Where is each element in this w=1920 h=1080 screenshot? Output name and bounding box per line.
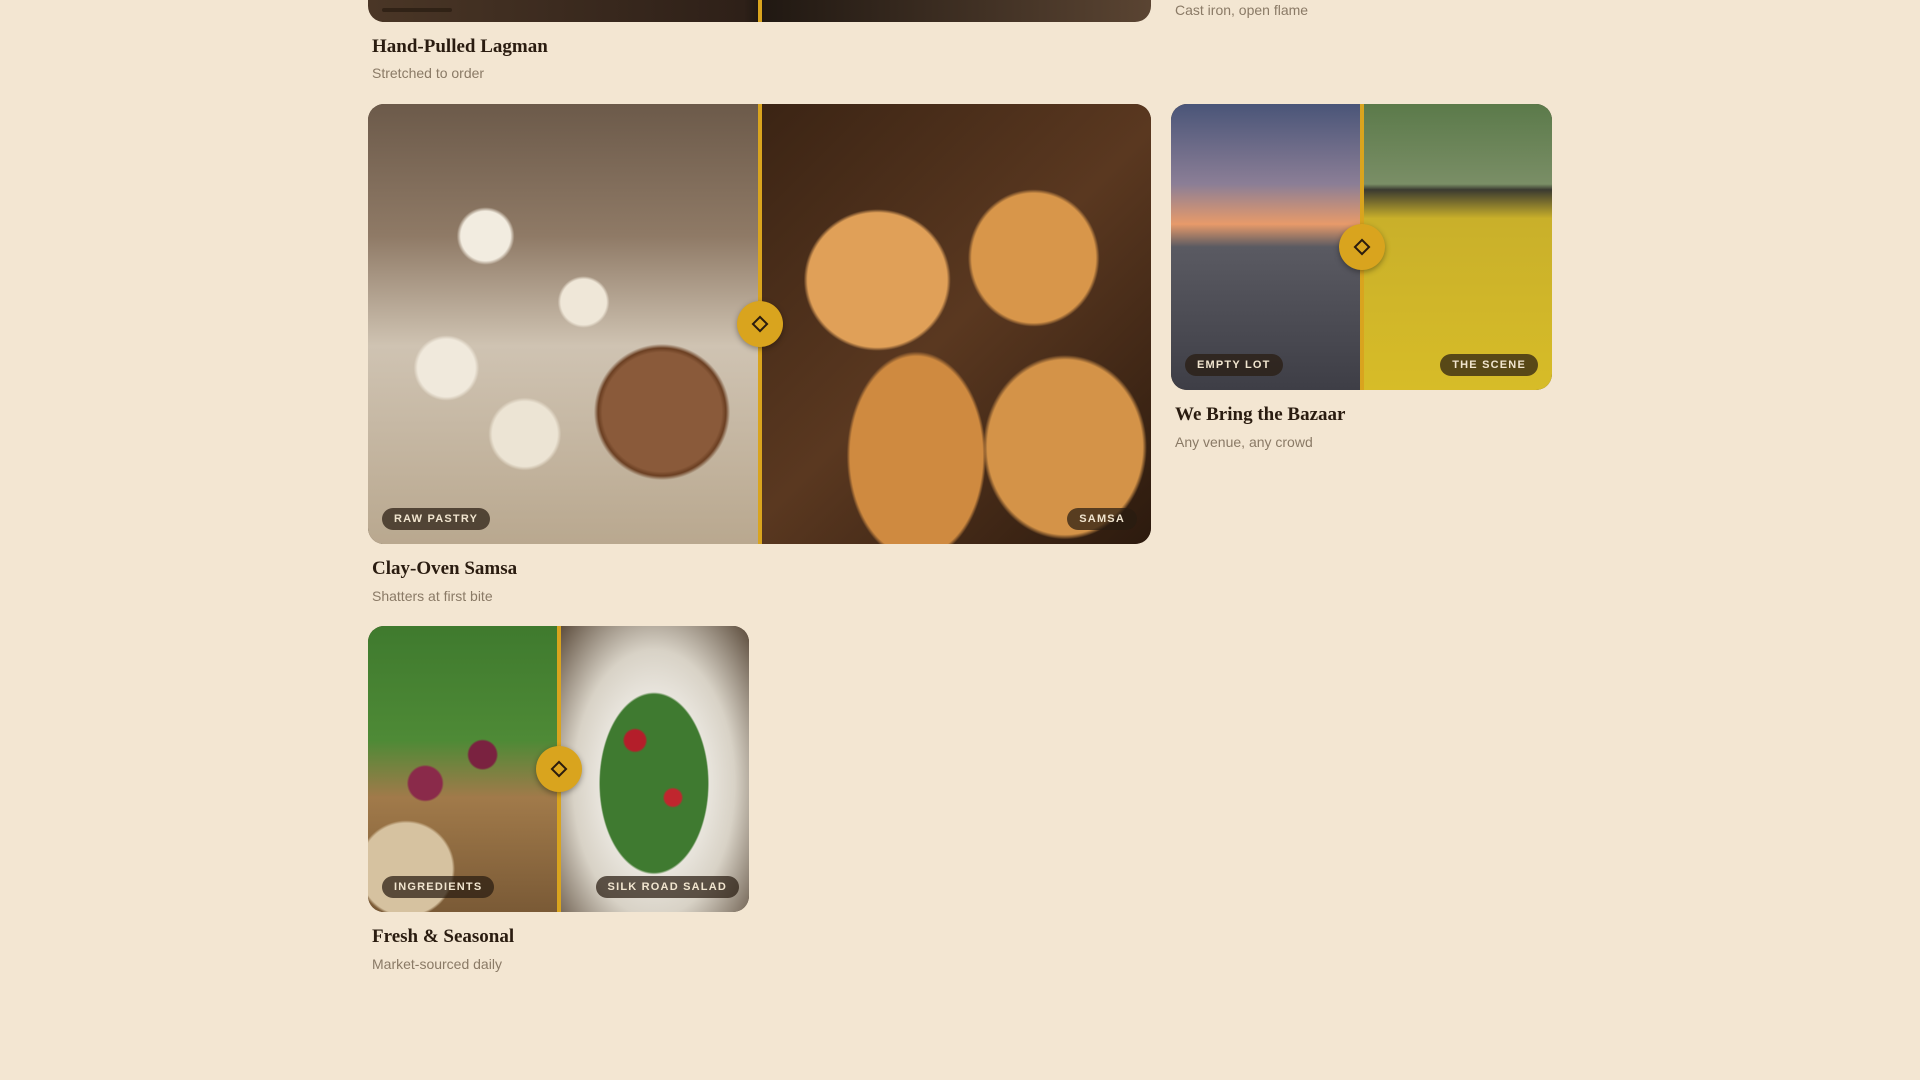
card-subtitle: Shatters at first bite <box>372 588 493 604</box>
diamond-icon <box>550 760 567 778</box>
image-tag-left: RAW PASTRY <box>382 508 491 530</box>
compare-slider[interactable] <box>368 0 1151 22</box>
card-cast-iron: Cast iron, open flame <box>1171 0 1552 20</box>
slider-handle[interactable] <box>535 746 582 792</box>
image-tag-left: INGREDIENTS <box>382 876 495 898</box>
card-hand-pulled-lagman: Hand-Pulled Lagman Stretched to order <box>368 0 1151 90</box>
compare-slider[interactable]: RAW PASTRY SAMSA <box>368 104 1151 544</box>
card-title: Clay-Oven Samsa <box>372 558 518 579</box>
card-subtitle: Cast iron, open flame <box>1175 2 1309 18</box>
compare-slider[interactable]: EMPTY LOT THE SCENE <box>1171 104 1552 390</box>
card-subtitle: Market-sourced daily <box>372 956 502 972</box>
food-truck-scene-image <box>1361 104 1552 390</box>
diamond-icon <box>1353 238 1370 256</box>
slider-handle[interactable] <box>736 301 783 347</box>
card-subtitle: Any venue, any crowd <box>1175 434 1313 450</box>
compare-slider[interactable]: INGREDIENTS SILK ROAD SALAD <box>368 626 749 912</box>
card-clay-oven-samsa: RAW PASTRY SAMSA Clay-Oven Samsa Shatter… <box>368 104 1151 614</box>
card-title: We Bring the Bazaar <box>1175 404 1346 425</box>
slider-divider[interactable] <box>757 0 762 22</box>
image-tag-left <box>382 8 452 12</box>
slider-handle[interactable] <box>1338 224 1385 270</box>
image-tag-right: THE SCENE <box>1440 354 1538 376</box>
image-tag-right: SILK ROAD SALAD <box>595 876 739 898</box>
image-tag-right: SAMSA <box>1067 508 1137 530</box>
card-title: Hand-Pulled Lagman <box>372 36 548 57</box>
card-title: Fresh & Seasonal <box>372 926 515 947</box>
empty-lot-sunset-image <box>1171 104 1362 390</box>
card-fresh-and-seasonal: INGREDIENTS SILK ROAD SALAD Fresh & Seas… <box>368 626 749 982</box>
card-subtitle: Stretched to order <box>372 65 485 81</box>
salad-image <box>558 626 749 912</box>
baked-samsa-image <box>759 104 1151 544</box>
raw-vegetables-image <box>368 626 559 912</box>
diamond-icon <box>751 315 768 333</box>
dough-balls-and-filling-image <box>368 104 760 544</box>
card-we-bring-the-bazaar: EMPTY LOT THE SCENE We Bring the Bazaar … <box>1171 104 1552 460</box>
image-tag-left: EMPTY LOT <box>1185 354 1283 376</box>
